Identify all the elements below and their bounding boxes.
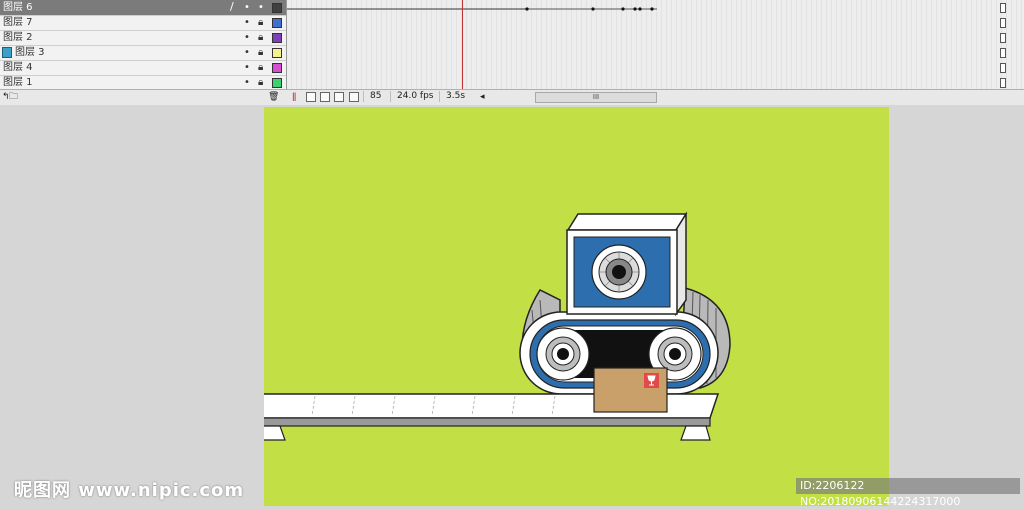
image-id-watermark: ID:2206122 NO:20180906144224317000	[796, 478, 1020, 508]
layer-name: 图层 3	[15, 47, 45, 58]
end-keyframe	[1000, 18, 1006, 28]
lock-icon[interactable]: 🔒︎	[258, 46, 263, 59]
visibility-toggle[interactable]: •	[244, 76, 250, 89]
keyframe-dot	[638, 7, 642, 11]
end-keyframe	[1000, 3, 1006, 13]
lock-toggle[interactable]: •	[258, 1, 264, 14]
add-folder-icon[interactable]: 🗀︎	[9, 91, 18, 103]
keyframe-dot	[621, 7, 625, 11]
layer-row-4[interactable]: 图层 4 • 🔒︎	[0, 60, 286, 76]
keyframe-dot	[650, 7, 654, 11]
horizontal-scrollbar[interactable]: III	[535, 92, 657, 103]
timeline-status-bar: ↰ 🗀︎ 🗑︎ ǁ 85 24.0 fps 3.5s ◂ III	[0, 89, 1024, 105]
end-keyframe	[1000, 78, 1006, 88]
edit-multiple-frames-icon[interactable]	[334, 92, 344, 102]
conveyor-machine-illustration	[264, 211, 731, 441]
lock-icon[interactable]: 🔒︎	[258, 61, 263, 74]
frame-rate: 24.0 fps	[390, 91, 437, 102]
visibility-toggle[interactable]: •	[244, 1, 250, 14]
motion-guide-icon	[2, 47, 12, 58]
layer-name: 图层 7	[3, 17, 33, 28]
onion-outline-icon[interactable]	[320, 92, 330, 102]
pencil-icon: /	[230, 0, 234, 13]
frame-row[interactable]	[287, 15, 1024, 31]
outline-color-swatch[interactable]	[272, 78, 282, 88]
layer-row-6[interactable]: 图层 6 / • •	[0, 0, 286, 16]
motion-tween-track	[287, 7, 657, 11]
layer-list: 图层 6 / • • 图层 7 • 🔒︎ 图层 2 • 🔒︎ 图层 3 • 🔒︎…	[0, 0, 287, 91]
scroll-grip: III	[592, 93, 600, 101]
layer-name: 图层 4	[3, 62, 33, 73]
outline-color-swatch[interactable]	[272, 3, 282, 13]
left-leg	[264, 425, 286, 441]
visibility-toggle[interactable]: •	[244, 31, 250, 44]
current-frame: 85	[363, 91, 392, 102]
layer-row-3[interactable]: 图层 3 • 🔒︎	[0, 45, 286, 61]
frame-row[interactable]	[287, 30, 1024, 46]
timeline-panel: 图层 6 / • • 图层 7 • 🔒︎ 图层 2 • 🔒︎ 图层 3 • 🔒︎…	[0, 0, 1024, 105]
frame-row[interactable]	[287, 60, 1024, 76]
lock-icon[interactable]: 🔒︎	[258, 31, 263, 44]
delete-layer-icon[interactable]: 🗑︎	[268, 91, 279, 103]
layer-name: 图层 2	[3, 32, 33, 43]
keyframe-dot	[591, 7, 595, 11]
scroll-left-arrow[interactable]: ◂	[480, 91, 485, 103]
outline-color-swatch[interactable]	[272, 63, 282, 73]
frame-grid[interactable]	[287, 0, 1024, 91]
keyframe-dot	[525, 7, 529, 11]
frame-row[interactable]	[287, 45, 1024, 61]
modify-onion-markers-icon[interactable]	[349, 92, 359, 102]
end-keyframe	[1000, 33, 1006, 43]
layer-row-7[interactable]: 图层 7 • 🔒︎	[0, 15, 286, 31]
outline-color-swatch[interactable]	[272, 18, 282, 28]
lock-icon[interactable]: 🔒︎	[258, 16, 263, 29]
lock-icon[interactable]: 🔒︎	[258, 76, 263, 89]
stage-canvas[interactable]	[264, 107, 889, 506]
onion-skin-icon[interactable]	[306, 92, 316, 102]
end-keyframe	[1000, 63, 1006, 73]
center-frame-icon[interactable]: ǁ	[292, 91, 296, 103]
elapsed-time: 3.5s	[439, 91, 474, 102]
keyframe-dot	[633, 7, 637, 11]
layer-name: 图层 1	[3, 77, 33, 88]
right-leg	[680, 425, 711, 441]
layer-name: 图层 6	[3, 2, 33, 13]
outline-color-swatch[interactable]	[272, 33, 282, 43]
frame-row[interactable]	[287, 0, 1024, 16]
site-watermark: 昵图网 www.nipic.com	[14, 480, 245, 501]
visibility-toggle[interactable]: •	[244, 46, 250, 59]
outline-color-swatch[interactable]	[272, 48, 282, 58]
end-keyframe	[1000, 48, 1006, 58]
layer-row-2[interactable]: 图层 2 • 🔒︎	[0, 30, 286, 46]
visibility-toggle[interactable]: •	[244, 61, 250, 74]
visibility-toggle[interactable]: •	[244, 16, 250, 29]
